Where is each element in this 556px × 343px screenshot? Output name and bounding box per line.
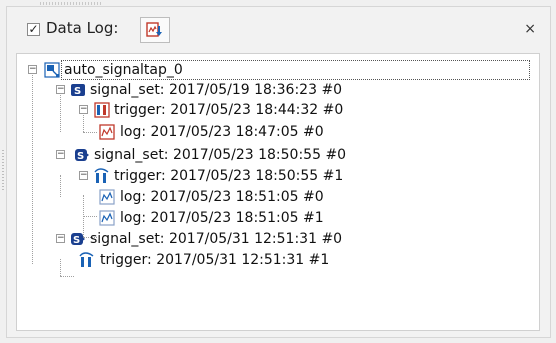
tree-connector	[60, 259, 61, 276]
collapse-icon[interactable]: −	[56, 234, 65, 243]
tree-connector	[60, 90, 61, 132]
data-log-header: ✓ Data Log: ×	[7, 7, 550, 53]
tree-item-label: trigger: 2017/05/23 18:44:32 #0	[114, 102, 344, 118]
collapse-icon[interactable]: −	[56, 150, 65, 159]
tree-root-selection	[61, 60, 530, 80]
trigger-icon	[79, 252, 94, 267]
tree-connector	[60, 175, 61, 197]
close-icon[interactable]: ×	[524, 21, 536, 37]
collapse-icon[interactable]: −	[56, 85, 65, 94]
panel-grip-top[interactable]	[40, 2, 102, 5]
collapse-icon[interactable]: −	[79, 171, 88, 180]
collapse-icon[interactable]: −	[79, 105, 88, 114]
signal-set-icon: S	[75, 149, 89, 162]
tree-item-label: signal_set: 2017/05/31 12:51:31 #0	[90, 231, 343, 247]
trigger-icon	[94, 168, 109, 183]
signal-set-icon: S	[71, 233, 85, 246]
tree-connector	[32, 70, 33, 264]
panel-grip-left[interactable]	[2, 150, 4, 190]
svg-text:S: S	[73, 235, 80, 246]
trigger-icon	[94, 102, 110, 118]
data-log-action-button[interactable]	[140, 17, 170, 43]
tree-connector	[60, 276, 74, 277]
log-icon	[99, 210, 115, 226]
log-icon	[99, 124, 115, 140]
tree-item-label: log: 2017/05/23 18:51:05 #1	[120, 210, 324, 226]
tree-connector	[83, 216, 97, 217]
data-log-label: Data Log:	[46, 19, 119, 37]
collapse-icon[interactable]: −	[28, 65, 37, 74]
tree-item-label: trigger: 2017/05/23 18:50:55 #1	[114, 168, 344, 184]
tree-item-label: signal_set: 2017/05/19 18:36:23 #0	[90, 82, 343, 98]
tree-connector	[83, 132, 97, 133]
data-log-checkbox[interactable]: ✓	[27, 23, 40, 36]
svg-text:S: S	[77, 151, 84, 162]
data-log-tree[interactable]: − auto_signaltap_0 − S signal_set: 2017/…	[16, 53, 540, 331]
data-log-icon	[146, 22, 162, 37]
tree-item-label: log: 2017/05/23 18:47:05 #0	[120, 124, 324, 140]
tree-root-row[interactable]: − auto_signaltap_0	[17, 60, 537, 80]
tree-item-label: trigger: 2017/05/31 12:51:31 #1	[100, 252, 330, 268]
tree-item-label: signal_set: 2017/05/23 18:50:55 #0	[94, 147, 347, 163]
signal-set-icon: S	[71, 84, 85, 97]
signaltap-instance-icon	[44, 62, 60, 78]
log-icon	[99, 189, 115, 205]
data-log-panel: ✓ Data Log: × − auto_signaltap_0 − S sig…	[6, 6, 551, 338]
svg-text:S: S	[74, 86, 81, 97]
tree-item-label: log: 2017/05/23 18:51:05 #0	[120, 189, 324, 205]
